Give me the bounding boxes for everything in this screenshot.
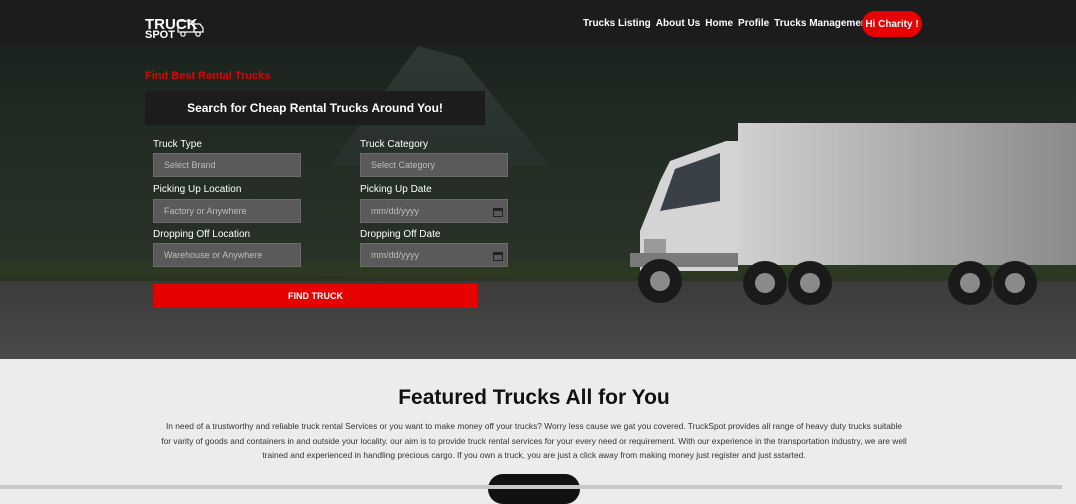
search-heading: Search for Cheap Rental Trucks Around Yo… xyxy=(145,91,485,125)
calendar-icon[interactable] xyxy=(493,251,503,261)
featured-action-button[interactable] xyxy=(488,474,580,504)
pickup-location-placeholder: Factory or Anywhere xyxy=(164,206,247,216)
calendar-icon[interactable] xyxy=(493,207,503,217)
navbar: TRUCK SPOT Trucks Listing About Us Home … xyxy=(0,0,1076,46)
pickup-date-input[interactable]: mm/dd/yyyy xyxy=(360,199,508,223)
pickup-location-input[interactable]: Factory or Anywhere xyxy=(153,199,301,223)
truck-image xyxy=(630,123,1076,305)
truck-type-select[interactable]: Select Brand xyxy=(153,153,301,177)
hero-tagline: Find Best Rental Trucks xyxy=(145,70,271,82)
nav-item-trucks-listing[interactable]: Trucks Listing xyxy=(583,18,651,29)
dropoff-date-placeholder: mm/dd/yyyy xyxy=(371,250,420,260)
dropoff-location-placeholder: Warehouse or Anywhere xyxy=(164,250,263,260)
hero-section: Find Best Rental Trucks Search for Cheap… xyxy=(0,46,1076,359)
featured-title: Featured Trucks All for You xyxy=(398,386,670,409)
featured-description: In need of a trustworthy and reliable tr… xyxy=(161,421,907,460)
dropoff-location-input[interactable]: Warehouse or Anywhere xyxy=(153,243,301,267)
truck-type-placeholder: Select Brand xyxy=(164,160,216,170)
dropoff-location-label: Dropping Off Location xyxy=(153,229,251,240)
dropoff-date-input[interactable]: mm/dd/yyyy xyxy=(360,243,508,267)
pickup-date-label: Picking Up Date xyxy=(360,184,432,195)
pickup-date-placeholder: mm/dd/yyyy xyxy=(371,206,420,216)
truck-type-label: Truck Type xyxy=(153,139,202,150)
horizontal-scrollbar[interactable] xyxy=(0,485,1062,489)
dropoff-date-label: Dropping Off Date xyxy=(360,229,441,240)
find-truck-button[interactable]: FIND TRUCK xyxy=(153,284,478,308)
nav-item-profile[interactable]: Profile xyxy=(738,18,769,29)
pickup-location-label: Picking Up Location xyxy=(153,184,242,195)
nav-item-about-us[interactable]: About Us xyxy=(656,18,700,29)
truck-category-select[interactable]: Select Category xyxy=(360,153,508,177)
nav-menu: Trucks Listing About Us Home Profile Tru… xyxy=(583,18,875,29)
truck-logo-icon xyxy=(177,20,204,37)
truckspot-logo[interactable]: TRUCK SPOT xyxy=(145,12,207,42)
nav-item-home[interactable]: Home xyxy=(705,18,733,29)
user-greeting-button[interactable]: Hi Charity ! xyxy=(862,11,922,37)
logo-line2: SPOT xyxy=(145,29,175,41)
nav-item-trucks-management[interactable]: Trucks Management xyxy=(774,18,870,29)
truck-category-label: Truck Category xyxy=(360,139,428,150)
truck-category-placeholder: Select Category xyxy=(371,160,436,170)
